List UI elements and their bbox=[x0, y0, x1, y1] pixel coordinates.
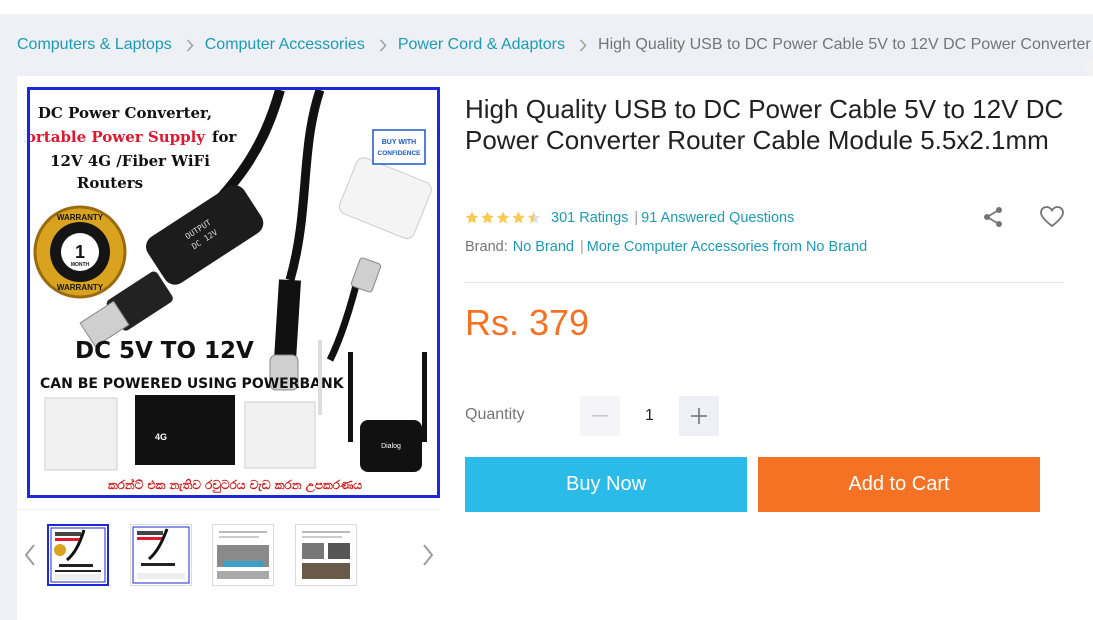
add-to-cart-button[interactable]: Add to Cart bbox=[758, 457, 1040, 512]
warranty-unit: MONTH bbox=[71, 262, 90, 268]
product-price: Rs. 379 bbox=[465, 302, 590, 343]
image-footer-text: කරන්ට් එක නැතිව රවුටරය වැඩ කරන උපකරණය bbox=[107, 478, 362, 494]
gallery-thumbnail[interactable] bbox=[295, 524, 357, 586]
chevron-left-icon[interactable] bbox=[20, 538, 40, 572]
brand-label: Brand: bbox=[465, 239, 508, 255]
breadcrumb-link-computers-laptops[interactable]: Computers & Laptops bbox=[17, 36, 172, 54]
more-from-brand-link[interactable]: More Computer Accessories from No Brand bbox=[587, 239, 867, 255]
chevron-right-icon bbox=[379, 38, 387, 52]
quantity-stepper bbox=[580, 396, 719, 436]
product-card: OUTPUT DC 12V DC Power Converter, Portab… bbox=[17, 76, 1093, 620]
separator: | bbox=[634, 210, 639, 226]
breadcrumb-link-computer-accessories[interactable]: Computer Accessories bbox=[205, 36, 365, 54]
breadcrumb-link-power-cord-adaptors[interactable]: Power Cord & Adaptors bbox=[398, 36, 565, 54]
chevron-right-icon[interactable] bbox=[418, 538, 438, 572]
breadcrumb-current-page: High Quality USB to DC Power Cable 5V to… bbox=[598, 36, 1093, 53]
product-title: High Quality USB to DC Power Cable 5V to… bbox=[465, 94, 1064, 155]
image-heading-line2: Portable Power Supply bbox=[30, 128, 206, 146]
ratings-row: 301 Ratings | 91 Answered Questions bbox=[465, 208, 794, 228]
product-gallery: OUTPUT DC 12V DC Power Converter, Portab… bbox=[17, 76, 447, 620]
star-rating[interactable] bbox=[465, 211, 541, 225]
main-product-image[interactable]: OUTPUT DC 12V DC Power Converter, Portab… bbox=[27, 87, 440, 498]
gallery-thumbnail[interactable] bbox=[212, 524, 274, 586]
buy-now-button[interactable]: Buy Now bbox=[465, 457, 747, 512]
ratings-count-link[interactable]: 301 Ratings bbox=[551, 210, 628, 226]
brand-row: Brand: No Brand | More Computer Accessor… bbox=[465, 239, 867, 255]
breadcrumb: Computers & Laptops Computer Accessories… bbox=[17, 33, 1093, 57]
gallery-thumbnail[interactable] bbox=[130, 524, 192, 586]
minus-icon[interactable] bbox=[580, 396, 620, 436]
plus-icon[interactable] bbox=[679, 396, 719, 436]
divider bbox=[465, 282, 1064, 283]
warranty-number: 1 bbox=[75, 242, 85, 262]
image-heading-line1: DC Power Converter, bbox=[38, 104, 212, 122]
separator: | bbox=[580, 239, 584, 255]
router-4g-tag: 4G bbox=[155, 432, 167, 442]
top-strip bbox=[0, 0, 1093, 14]
badge-line2: CONFIDENCE bbox=[378, 150, 422, 157]
image-voltage-text: DC 5V TO 12V bbox=[75, 338, 254, 364]
product-actions bbox=[980, 204, 1065, 230]
chevron-right-icon bbox=[579, 38, 587, 52]
gallery-divider bbox=[17, 509, 439, 510]
warranty-top-text: WARRANTY bbox=[57, 213, 104, 222]
router-brand-text: Dialog bbox=[381, 443, 401, 450]
chevron-right-icon bbox=[186, 38, 194, 52]
brand-link[interactable]: No Brand bbox=[513, 239, 574, 255]
image-powerbank-text: CAN BE POWERED USING POWERBANK bbox=[40, 376, 345, 392]
quantity-label: Quantity bbox=[465, 406, 525, 423]
image-heading-line4: Routers bbox=[77, 174, 143, 192]
image-heading-line3: 12V 4G /Fiber WiFi bbox=[50, 152, 210, 170]
badge-line1: BUY WITH bbox=[382, 139, 416, 146]
warranty-bottom-text: WARRANTY bbox=[57, 283, 104, 292]
warranty-seal: WARRANTY 1 MONTH WARRANTY bbox=[33, 205, 127, 299]
gallery-thumbnail[interactable] bbox=[47, 524, 109, 586]
heart-outline-icon[interactable] bbox=[1039, 204, 1065, 230]
image-heading-line2-for: for bbox=[212, 128, 237, 146]
share-icon[interactable] bbox=[980, 204, 1006, 230]
quantity-input[interactable] bbox=[620, 406, 679, 426]
answered-questions-link[interactable]: 91 Answered Questions bbox=[641, 210, 794, 226]
